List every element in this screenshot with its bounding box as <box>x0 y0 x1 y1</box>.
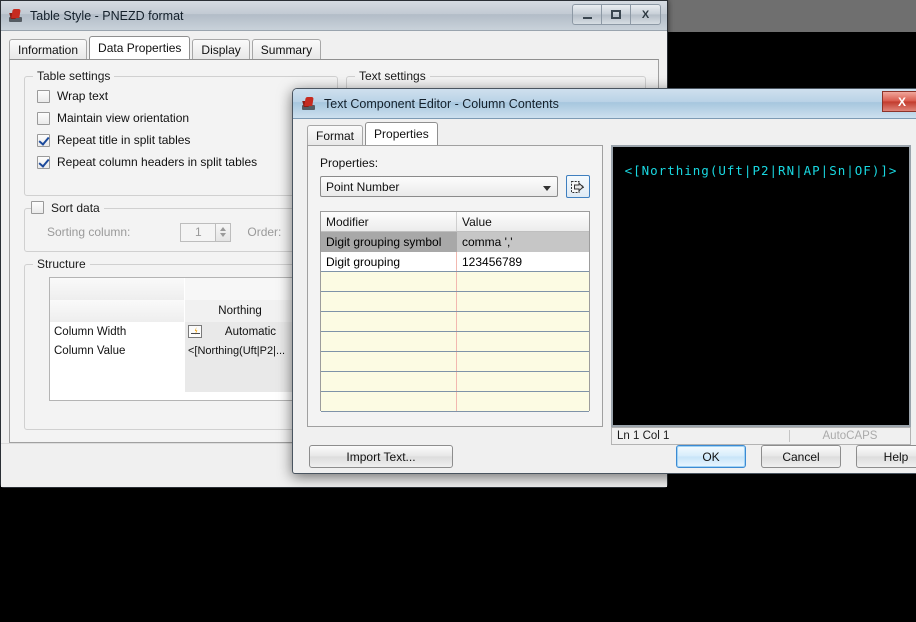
lightning-icon[interactable] <box>188 325 202 338</box>
maintain-view-orientation-checkbox[interactable] <box>37 111 50 125</box>
maintain-view-orientation-label: Maintain view orientation <box>57 111 190 125</box>
sorting-column-value: 1 <box>195 225 202 239</box>
table-row[interactable]: Digit grouping symbol comma ',' <box>321 232 589 252</box>
table-settings-group: Table settings Wrap text Maintain view o… <box>24 69 338 196</box>
tab-display-label: Display <box>201 42 241 57</box>
tab-summary[interactable]: Summary <box>251 39 322 59</box>
tce-tabs: Format Properties <box>307 122 440 145</box>
table-row[interactable] <box>321 352 589 372</box>
tab-properties-label: Properties <box>374 127 429 141</box>
column-width-value: Automatic <box>224 325 277 338</box>
close-icon: X <box>641 8 650 21</box>
tce-title: Text Component Editor - Column Contents <box>324 96 559 111</box>
table-row[interactable] <box>321 392 589 412</box>
autocaps-indicator: AutoCAPS <box>822 430 878 442</box>
row-value: 123456789 <box>462 254 523 269</box>
autocad-app-icon <box>8 8 24 24</box>
tab-properties[interactable]: Properties <box>365 122 438 145</box>
order-label: Order: <box>247 225 282 239</box>
grid-header-row: Modifier Value <box>321 212 589 232</box>
wrap-text-label: Wrap text <box>57 89 109 103</box>
tab-display[interactable]: Display <box>192 39 250 59</box>
minimize-button[interactable] <box>572 4 601 25</box>
tab-data-properties[interactable]: Data Properties <box>89 36 191 59</box>
close-button[interactable]: X <box>630 4 661 25</box>
sort-data-checkbox[interactable] <box>31 201 44 214</box>
autocad-app-icon-dialog <box>301 96 317 112</box>
tab-summary-label: Summary <box>260 42 313 57</box>
table-row[interactable]: Digit grouping 123456789 <box>321 252 589 272</box>
table-row[interactable] <box>321 272 589 292</box>
table-row[interactable] <box>321 312 589 332</box>
structure-legend: Structure <box>33 257 90 271</box>
row-modifier: Digit grouping symbol <box>326 235 442 249</box>
wrap-text-checkbox[interactable] <box>37 89 50 103</box>
column-width-label: Column Width <box>54 325 127 338</box>
cursor-position: Ln 1 Col 1 <box>612 430 790 442</box>
tab-data-properties-label: Data Properties <box>98 41 182 55</box>
cancel-button[interactable]: Cancel <box>761 445 841 468</box>
help-label: Help <box>883 449 909 464</box>
import-text-button[interactable]: Import Text... <box>309 445 453 468</box>
text-component-editor-dialog: Text Component Editor - Column Contents … <box>292 88 916 474</box>
grid-header-modifier: Modifier <box>321 212 457 231</box>
help-button[interactable]: Help <box>856 445 916 468</box>
tce-body: Format Properties Properties: Point Numb… <box>293 119 916 473</box>
sorting-column-input[interactable]: 1 <box>180 222 217 242</box>
preview-expression: <[Northing(Uft|P2|RN|AP|Sn|OF)]> <box>624 163 898 178</box>
table-row[interactable] <box>321 372 589 392</box>
column-value-expression: <[Northing(Uft|P2|... <box>188 344 286 357</box>
cancel-label: Cancel <box>782 449 820 464</box>
tab-format-label: Format <box>316 128 355 143</box>
ok-button[interactable]: OK <box>676 445 746 468</box>
modifier-value-grid[interactable]: Modifier Value Digit grouping symbol com… <box>320 211 590 412</box>
window-controls: X <box>572 4 661 25</box>
tab-information[interactable]: Information <box>9 39 88 59</box>
cad-drawing-area[interactable]: Point Table Northing Easting Elevation D… <box>0 488 916 622</box>
properties-panel: Properties: Point Number Modifier Value … <box>307 145 603 427</box>
row-value: comma ',' <box>457 232 589 252</box>
chevron-down-icon <box>543 186 551 191</box>
text-settings-legend: Text settings <box>355 69 430 83</box>
ok-label: OK <box>702 449 720 464</box>
repeat-column-headers-checkbox[interactable] <box>37 155 50 169</box>
column-value-label: Column Value <box>54 344 126 357</box>
tce-titlebar[interactable]: Text Component Editor - Column Contents … <box>293 89 916 119</box>
tce-status-bar: Ln 1 Col 1 AutoCAPS <box>611 427 911 445</box>
grid-header-value: Value <box>462 214 492 229</box>
properties-label: Properties: <box>320 156 379 170</box>
table-style-titlebar[interactable]: Table Style - PNEZD format X <box>1 1 667 31</box>
table-settings-legend: Table settings <box>33 69 115 83</box>
desktop-background-strip <box>668 0 916 32</box>
sorting-column-label: Sorting column: <box>47 225 131 239</box>
table-row[interactable] <box>321 332 589 352</box>
properties-selected-value: Point Number <box>326 179 400 194</box>
repeat-title-label: Repeat title in split tables <box>57 133 191 147</box>
tab-format[interactable]: Format <box>307 125 364 145</box>
table-style-tabs: Information Data Properties Display Summ… <box>9 36 323 59</box>
screen: Table Style - PNEZD format X Information… <box>0 0 916 622</box>
properties-select[interactable]: Point Number <box>320 176 558 197</box>
insert-arrow-icon[interactable] <box>566 175 590 198</box>
maximize-button[interactable] <box>601 4 630 25</box>
close-icon-dialog: X <box>897 94 906 109</box>
import-text-label: Import Text... <box>346 449 416 464</box>
preview-pane[interactable]: <[Northing(Uft|P2|RN|AP|Sn|OF)]> <box>611 145 911 427</box>
row-modifier: Digit grouping <box>321 252 457 271</box>
structure-column-name: Northing <box>218 305 262 317</box>
sorting-column-stepper[interactable] <box>216 222 232 242</box>
repeat-title-checkbox[interactable] <box>37 133 50 147</box>
tce-close-button[interactable]: X <box>882 91 916 112</box>
table-row[interactable] <box>321 292 589 312</box>
table-style-title: Table Style - PNEZD format <box>30 8 184 23</box>
repeat-column-headers-label: Repeat column headers in split tables <box>57 155 258 169</box>
tab-information-label: Information <box>18 42 79 57</box>
